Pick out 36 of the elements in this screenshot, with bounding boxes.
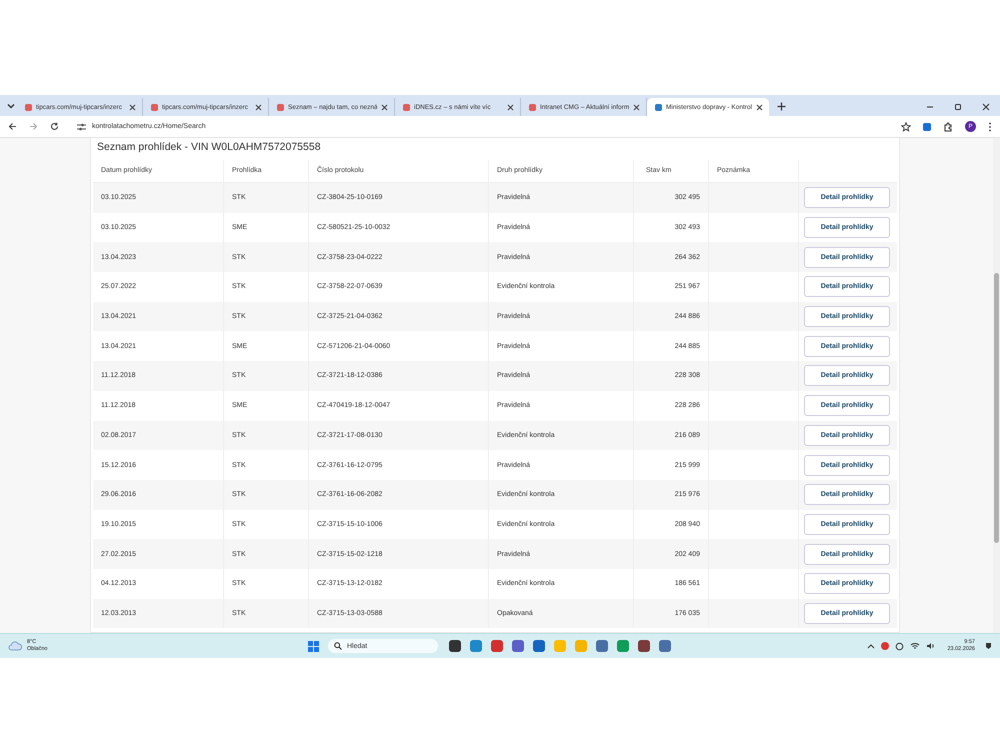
cloud-icon (8, 641, 22, 651)
chevron-up-icon[interactable] (867, 643, 876, 649)
favicon-icon (655, 104, 662, 110)
puzzle-icon[interactable] (943, 122, 953, 132)
favicon-icon (403, 104, 410, 110)
close-icon[interactable] (255, 104, 262, 110)
start-icon[interactable] (308, 640, 319, 652)
scrollbar[interactable] (993, 138, 1000, 633)
favicon-icon (277, 104, 284, 110)
new-tab-icon[interactable] (777, 102, 786, 111)
close-icon[interactable] (633, 104, 640, 110)
app-icon[interactable] (449, 640, 461, 652)
search-icon (334, 642, 342, 650)
close-icon[interactable] (507, 104, 514, 110)
app-icon[interactable] (512, 640, 524, 652)
close-icon[interactable] (756, 104, 763, 110)
close-icon[interactable] (129, 104, 136, 110)
app-icon[interactable] (533, 640, 545, 652)
favicon-icon (529, 104, 536, 110)
back-icon[interactable] (8, 122, 17, 131)
wifi-icon[interactable] (910, 642, 920, 650)
close-icon[interactable] (982, 103, 990, 111)
tray-icon[interactable] (881, 642, 890, 650)
extension-icon[interactable] (923, 122, 931, 130)
reload-icon[interactable] (50, 122, 59, 131)
menu-icon[interactable] (988, 122, 992, 132)
close-icon[interactable] (381, 104, 388, 110)
site-settings-icon (77, 122, 86, 130)
speaker-icon[interactable] (926, 642, 936, 650)
favicon-icon (151, 104, 158, 110)
restore-icon[interactable] (954, 103, 962, 111)
page-title: Seznam prohlídek - VIN W0L0AHM7572075558 (96, 140, 322, 155)
star-icon[interactable] (901, 122, 911, 132)
app-icon[interactable] (638, 640, 650, 652)
favicon-icon (25, 104, 32, 110)
notification-icon[interactable] (985, 642, 992, 650)
